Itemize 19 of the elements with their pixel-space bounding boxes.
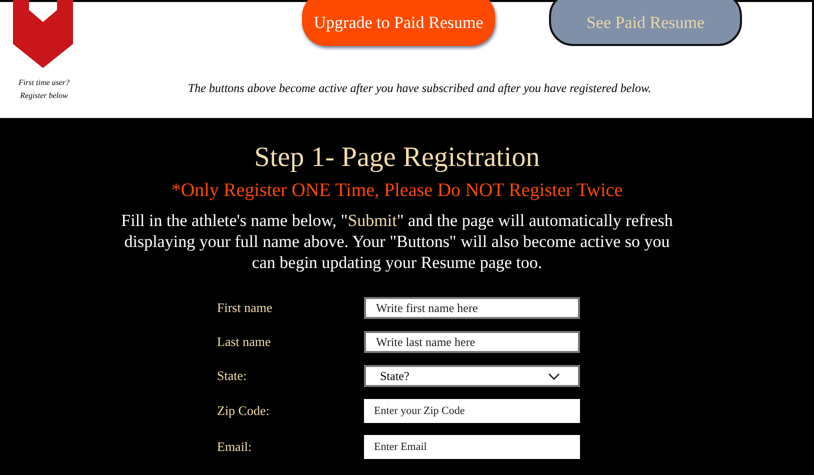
field-label: Email: — [217, 439, 253, 455]
first-time-note: First time user? Register below — [18, 77, 70, 102]
input-field[interactable]: Enter Email — [364, 435, 580, 459]
field-label: Zip Code: — [217, 403, 270, 419]
notice-text: The buttons above become active after you have subscribed and after you have registered below. — [188, 81, 652, 96]
field-label: Last name — [217, 334, 272, 350]
field-label: First name — [217, 300, 274, 316]
section-title: Step 1- Page Registration — [254, 142, 540, 174]
chevron-logo-icon — [11, 0, 75, 68]
input-field[interactable]: Enter your Zip Code — [364, 399, 580, 423]
instructions-text: Fill in the athlete's name below, "Submit" and the page will automatically refresh displaying your full name above. Your "Buttons" will also become active so you can begin updating your Resume page too. — [120, 210, 674, 273]
resume-button[interactable]: See Paid Resume — [549, 0, 742, 46]
warning-text: *Only Register ONE Time, Please Do NOT Register Twice — [171, 180, 623, 202]
input-field[interactable]: Write first name here — [364, 297, 580, 319]
resume-button[interactable]: Upgrade to Paid Resume — [302, 0, 495, 46]
state-dropdown[interactable]: State? — [364, 365, 580, 387]
chevron-down-icon — [548, 372, 560, 380]
input-field[interactable]: Write last name here — [364, 331, 580, 353]
field-label: State: — [217, 368, 248, 384]
